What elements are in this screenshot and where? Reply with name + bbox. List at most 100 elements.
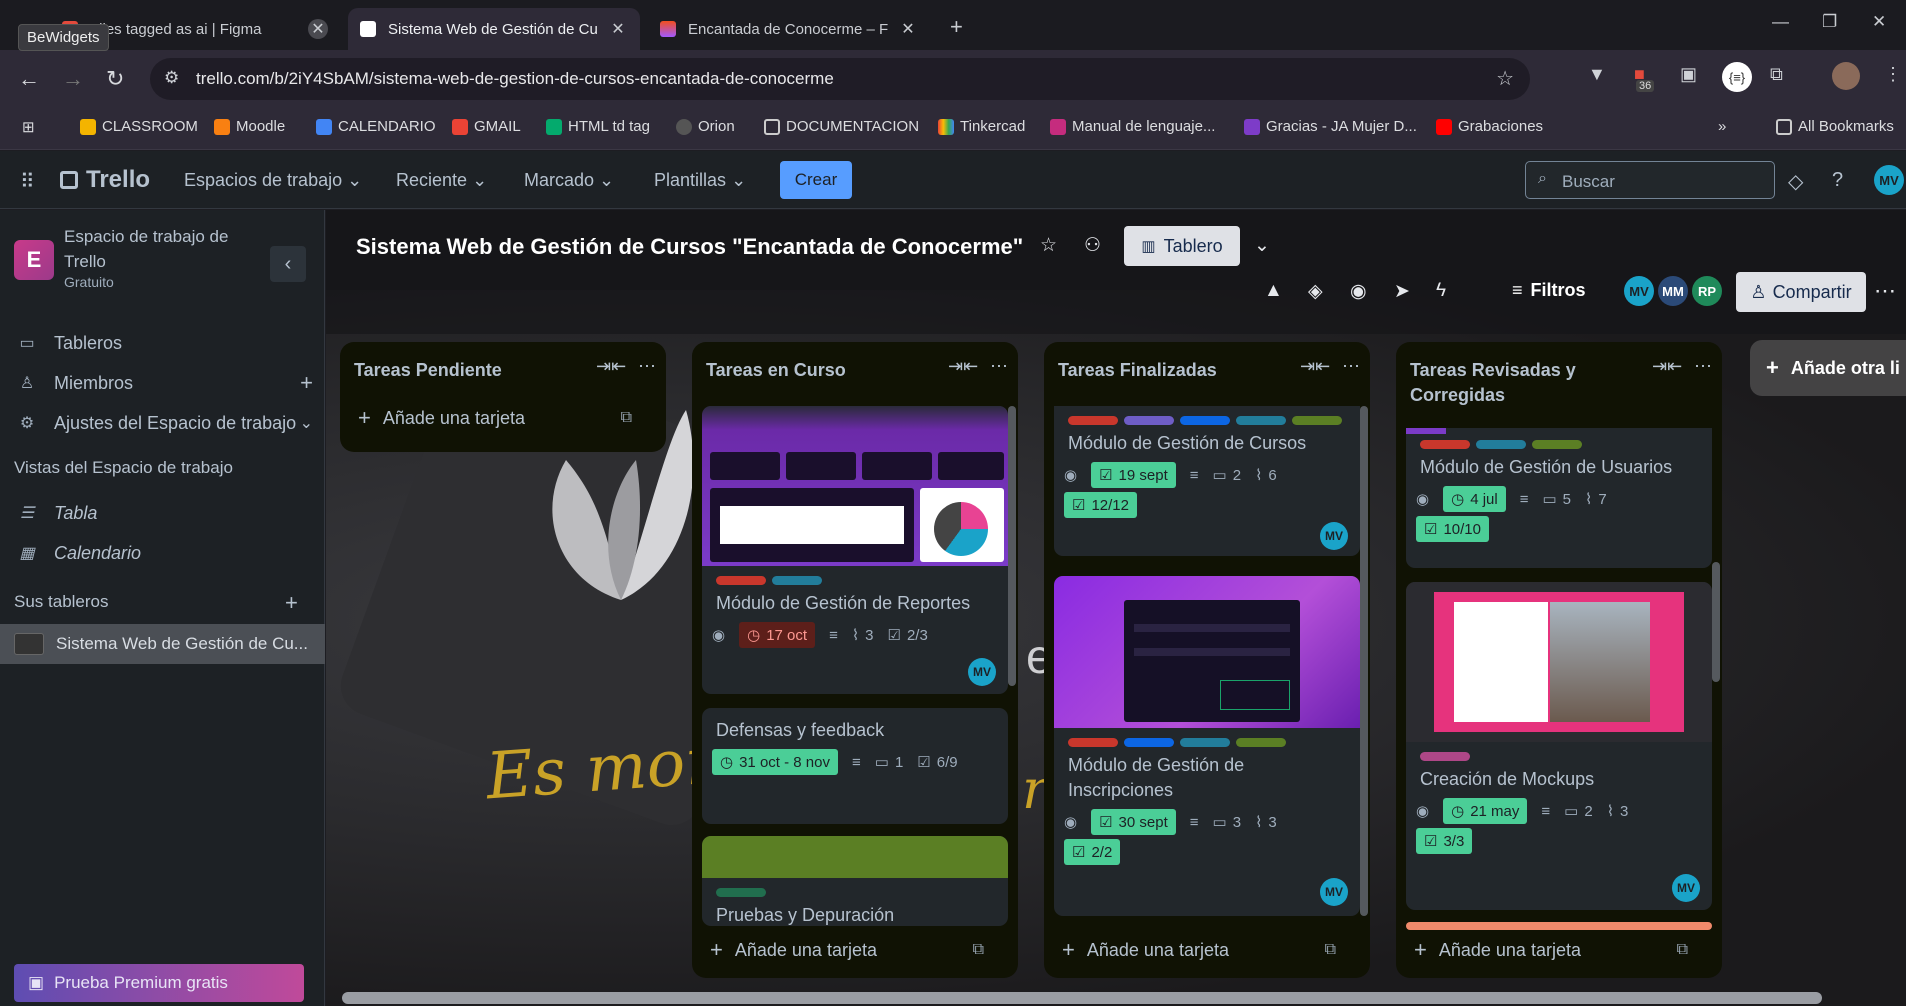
tab-figma-design[interactable]: Encantada de Conocerme – Figi ✕: [648, 8, 930, 50]
app-switcher-icon[interactable]: ⠿: [20, 169, 35, 194]
apps-grid-icon[interactable]: ⊞: [22, 118, 35, 136]
bookmark-classroom[interactable]: CLASSROOM: [80, 118, 198, 135]
add-card-button[interactable]: + Añade una tarjeta ⧉: [702, 930, 992, 970]
card-member-avatar[interactable]: MV: [1320, 522, 1348, 550]
member-avatar[interactable]: MV: [1624, 276, 1654, 306]
list-scrollbar[interactable]: [1360, 406, 1368, 916]
due-date-badge[interactable]: ◷ 31 oct - 8 nov: [712, 749, 838, 775]
send-icon[interactable]: ➤: [1394, 280, 1410, 303]
collapse-list-icon[interactable]: ⇥⇤: [948, 356, 978, 377]
share-button[interactable]: ♙ Compartir: [1736, 272, 1866, 312]
add-card-button[interactable]: + Añade una tarjeta ⧉: [350, 398, 640, 438]
add-board-icon[interactable]: +: [285, 584, 325, 622]
google-drive-icon[interactable]: ▲: [1264, 280, 1283, 302]
label-blue[interactable]: [1180, 416, 1230, 425]
automation-icon[interactable]: ϟ: [1436, 280, 1446, 302]
list-title[interactable]: Tareas Revisadas y Corregidas: [1410, 358, 1640, 408]
extension-vee-icon[interactable]: ▼: [1588, 64, 1606, 85]
collapse-list-icon[interactable]: ⇥⇤: [596, 356, 626, 377]
bookmark-star-icon[interactable]: ☆: [1496, 66, 1514, 91]
close-window-icon[interactable]: ✕: [1872, 12, 1886, 32]
label-lime[interactable]: [1292, 416, 1342, 425]
collapse-sidebar-icon[interactable]: ‹: [270, 246, 306, 282]
bookmark-html-td[interactable]: HTML td tag: [546, 118, 650, 135]
due-date-badge[interactable]: ☑ 30 sept: [1091, 809, 1176, 835]
board-view-button[interactable]: ▥ Tablero: [1124, 226, 1240, 266]
member-avatar[interactable]: MM: [1658, 276, 1688, 306]
extension-braces-icon[interactable]: {≡}: [1722, 62, 1752, 92]
add-list-button[interactable]: + Añade otra li: [1750, 340, 1906, 396]
bookmark-calendario[interactable]: CALENDARIO: [316, 118, 436, 135]
collapse-list-icon[interactable]: ⇥⇤: [1652, 356, 1682, 377]
label-red[interactable]: [716, 576, 766, 585]
member-avatar[interactable]: RP: [1692, 276, 1722, 306]
card-pruebas[interactable]: Pruebas y Depuración: [702, 836, 1008, 926]
search-input[interactable]: ⌕ Buscar: [1525, 161, 1775, 199]
new-tab-icon[interactable]: +: [950, 14, 963, 40]
add-card-button[interactable]: + Añade una tarjeta ⧉: [1406, 930, 1696, 970]
label-red[interactable]: [1068, 416, 1118, 425]
bookmark-gmail[interactable]: GMAIL: [452, 118, 521, 135]
add-member-icon[interactable]: +: [300, 370, 313, 396]
label-teal[interactable]: [1236, 416, 1286, 425]
board-title[interactable]: Sistema Web de Gestión de Cursos "Encant…: [356, 234, 1023, 260]
card-inscripciones[interactable]: Módulo de Gestión de Inscripciones ◉ ☑ 30…: [1054, 576, 1360, 916]
card-member-avatar[interactable]: MV: [1672, 874, 1700, 902]
label-purple[interactable]: [1124, 416, 1174, 425]
bookmark-grabaciones[interactable]: Grabaciones: [1436, 118, 1543, 135]
label-lime[interactable]: [1532, 440, 1582, 449]
card-usuarios[interactable]: Módulo de Gestión de Usuarios ◉ ◷ 4 jul ≡…: [1406, 428, 1712, 568]
label-blue[interactable]: [1124, 738, 1174, 747]
collapse-list-icon[interactable]: ⇥⇤: [1300, 356, 1330, 377]
label-green[interactable]: [716, 888, 766, 897]
notifications-icon[interactable]: ◇: [1788, 169, 1803, 194]
powerup-icon[interactable]: ◈: [1308, 280, 1323, 303]
card-member-avatar[interactable]: MV: [968, 658, 996, 686]
label-teal[interactable]: [1476, 440, 1526, 449]
list-menu-icon[interactable]: ⋯: [1342, 356, 1360, 377]
sidebar-item-boards[interactable]: ▭ Tableros: [0, 324, 325, 362]
workspace-name[interactable]: Espacio de trabajo de Trello: [64, 224, 264, 274]
label-teal[interactable]: [772, 576, 822, 585]
card-mockups[interactable]: Creación de Mockups ◉ ◷ 21 may ≡ ▭ 2 ⌇ 3 ☑ 3…: [1406, 582, 1712, 910]
chevron-down-icon[interactable]: ⌄: [300, 413, 313, 433]
user-avatar[interactable]: MV: [1874, 165, 1904, 195]
card-reportes[interactable]: Módulo de Gestión de Reportes ◉ ◷ 17 oct …: [702, 406, 1008, 694]
board-horizontal-scrollbar[interactable]: [342, 992, 1822, 1004]
restore-icon[interactable]: ❐: [1822, 12, 1837, 32]
list-title[interactable]: Tareas Pendiente: [354, 358, 584, 383]
help-icon[interactable]: ?: [1832, 169, 1843, 192]
bookmark-documentacion[interactable]: DOCUMENTACION: [764, 118, 919, 135]
forward-icon[interactable]: →: [62, 66, 84, 92]
due-date-badge[interactable]: ◷ 21 may: [1443, 798, 1528, 824]
sidebar-view-table[interactable]: ☰ Tabla: [0, 494, 325, 532]
browser-menu-icon[interactable]: ⋮: [1884, 64, 1902, 85]
nav-starred[interactable]: Marcado ⌄: [524, 170, 614, 191]
card-cursos[interactable]: Módulo de Gestión de Cursos ◉ ☑ 19 sept ≡…: [1054, 406, 1360, 556]
close-tab-icon[interactable]: ✕: [308, 19, 328, 39]
nav-recent[interactable]: Reciente ⌄: [396, 170, 487, 191]
bookmark-tinkercad[interactable]: Tinkercad: [938, 118, 1025, 135]
bookmark-gracias[interactable]: Gracias - JA Mujer D...: [1244, 118, 1417, 135]
back-icon[interactable]: ←: [18, 66, 40, 92]
sidebar-board-item[interactable]: Sistema Web de Gestión de Cu...: [0, 624, 325, 664]
due-date-badge[interactable]: ☑ 19 sept: [1091, 462, 1176, 488]
create-button[interactable]: Crear: [780, 161, 852, 199]
card-partial[interactable]: [1406, 922, 1712, 930]
close-tab-icon[interactable]: ✕: [898, 19, 918, 39]
card-template-icon[interactable]: ⧉: [973, 941, 984, 959]
reload-icon[interactable]: ↻: [106, 66, 124, 92]
premium-trial-button[interactable]: ▣ Prueba Premium gratis: [14, 964, 304, 1002]
sidebar-item-members[interactable]: ♙ Miembros +: [0, 364, 325, 402]
extensions-puzzle-icon[interactable]: ⧉: [1770, 64, 1783, 85]
sidebar-item-settings[interactable]: ⚙ Ajustes del Espacio de trabajo ⌄: [0, 404, 325, 442]
label-teal[interactable]: [1180, 738, 1230, 747]
close-tab-icon[interactable]: ✕: [608, 19, 628, 39]
star-board-icon[interactable]: ☆: [1040, 234, 1057, 257]
label-red[interactable]: [1420, 440, 1470, 449]
all-bookmarks[interactable]: All Bookmarks: [1776, 118, 1894, 135]
nav-templates[interactable]: Plantillas ⌄: [654, 170, 746, 191]
sidebar-view-calendar[interactable]: ▦ Calendario: [0, 534, 325, 572]
profile-avatar[interactable]: [1832, 62, 1860, 90]
list-menu-icon[interactable]: ⋯: [638, 356, 656, 377]
